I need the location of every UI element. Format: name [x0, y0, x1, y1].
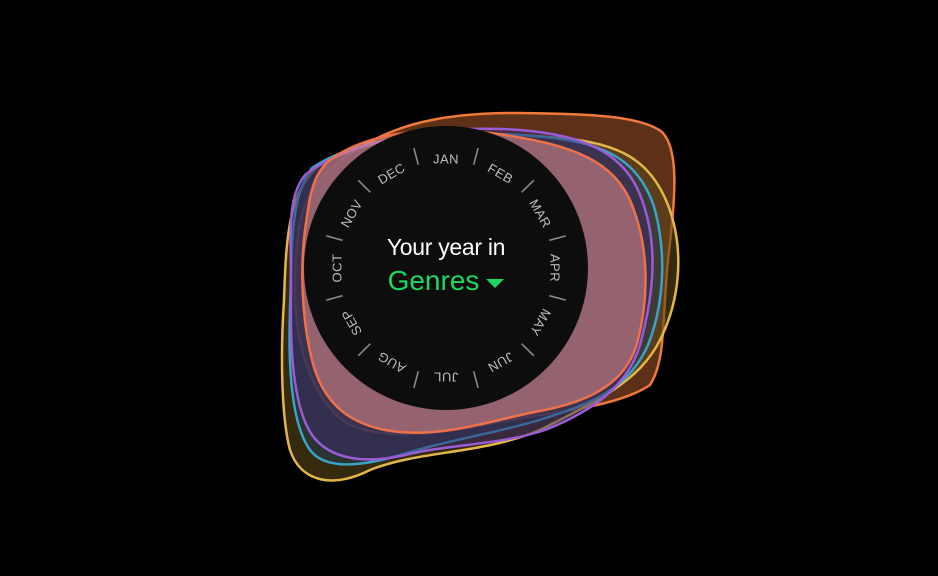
month-label-apr: APR [548, 254, 563, 282]
month-label-oct: OCT [330, 254, 345, 283]
month-label-jul: JUL [434, 370, 459, 385]
category-dropdown[interactable]: Genres [388, 264, 505, 298]
category-dropdown-label: Genres [387, 265, 480, 296]
month-label-jan: JAN [433, 152, 459, 167]
caret-down-icon [486, 278, 505, 288]
year-in-review-stage: JAN FEB MAR APR MAY JUN JUL AUG SEP OCT NOV DEC You… [0, 0, 938, 576]
